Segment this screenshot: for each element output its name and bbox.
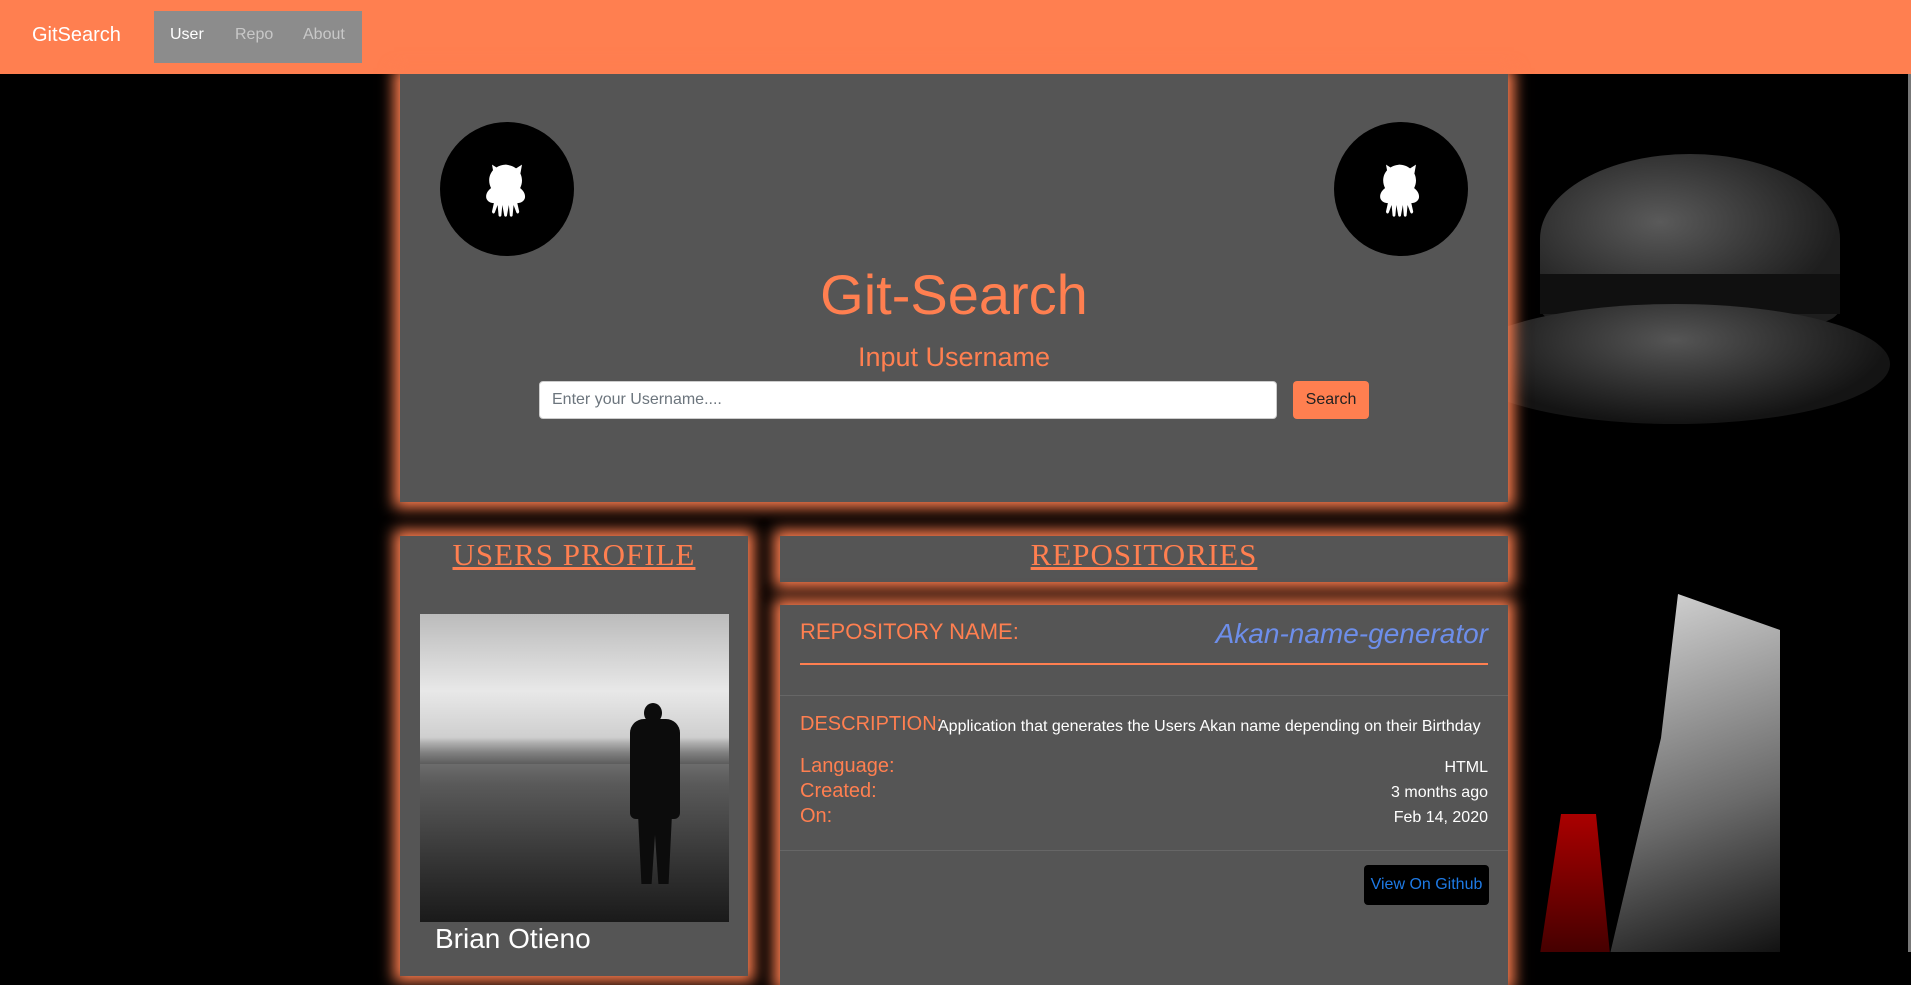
user-avatar	[420, 614, 729, 922]
github-octocat-icon-left	[440, 122, 574, 256]
octocat-icon	[486, 164, 526, 217]
description-text: Application that generates the Users Aka…	[938, 718, 1481, 735]
on-date-value: Feb 14, 2020	[1393, 809, 1488, 826]
user-name: Brian Otieno	[435, 923, 591, 954]
user-profile-panel: USERS PROFILE Brian Otieno	[400, 536, 748, 976]
username-search-input[interactable]	[539, 381, 1277, 419]
on-label: On:	[800, 805, 833, 827]
language-value: HTML	[1444, 759, 1488, 776]
profile-heading: USERS PROFILE	[452, 537, 696, 572]
repository-name: Akan-name-generator	[1215, 618, 1488, 649]
search-button[interactable]: Search	[1293, 381, 1369, 419]
page-title: Git-Search	[820, 263, 1088, 326]
nav-link-about[interactable]: About	[303, 26, 345, 44]
nav-link-repo[interactable]: Repo	[235, 26, 273, 44]
divider	[780, 695, 1508, 696]
navbar: GitSearch User Repo About	[0, 0, 1911, 74]
search-subtitle: Input Username	[857, 342, 1051, 372]
created-value: 3 months ago	[1391, 784, 1488, 801]
github-octocat-icon-right	[1334, 122, 1468, 256]
octocat-icon	[1380, 164, 1420, 217]
search-panel: Git-Search Input Username Search	[400, 74, 1508, 502]
repository-name-row: REPOSITORY NAME: Akan-name-generator	[800, 605, 1488, 665]
view-on-github-button[interactable]: View On Github	[1364, 865, 1489, 905]
brand-link[interactable]: GitSearch	[32, 24, 121, 47]
repositories-header: REPOSITORIES	[780, 536, 1508, 582]
nav-link-user[interactable]: User	[170, 26, 204, 44]
created-label: Created:	[800, 780, 877, 802]
repository-card: REPOSITORY NAME: Akan-name-generator DES…	[780, 605, 1508, 985]
nav-links: User Repo About	[154, 11, 362, 63]
repository-name-label: REPOSITORY NAME:	[800, 619, 1019, 644]
repositories-heading: REPOSITORIES	[1030, 537, 1258, 572]
language-label: Language:	[800, 755, 895, 777]
background-image	[1500, 74, 1911, 952]
description-label: DESCRIPTION:	[800, 713, 943, 735]
divider	[780, 850, 1508, 851]
